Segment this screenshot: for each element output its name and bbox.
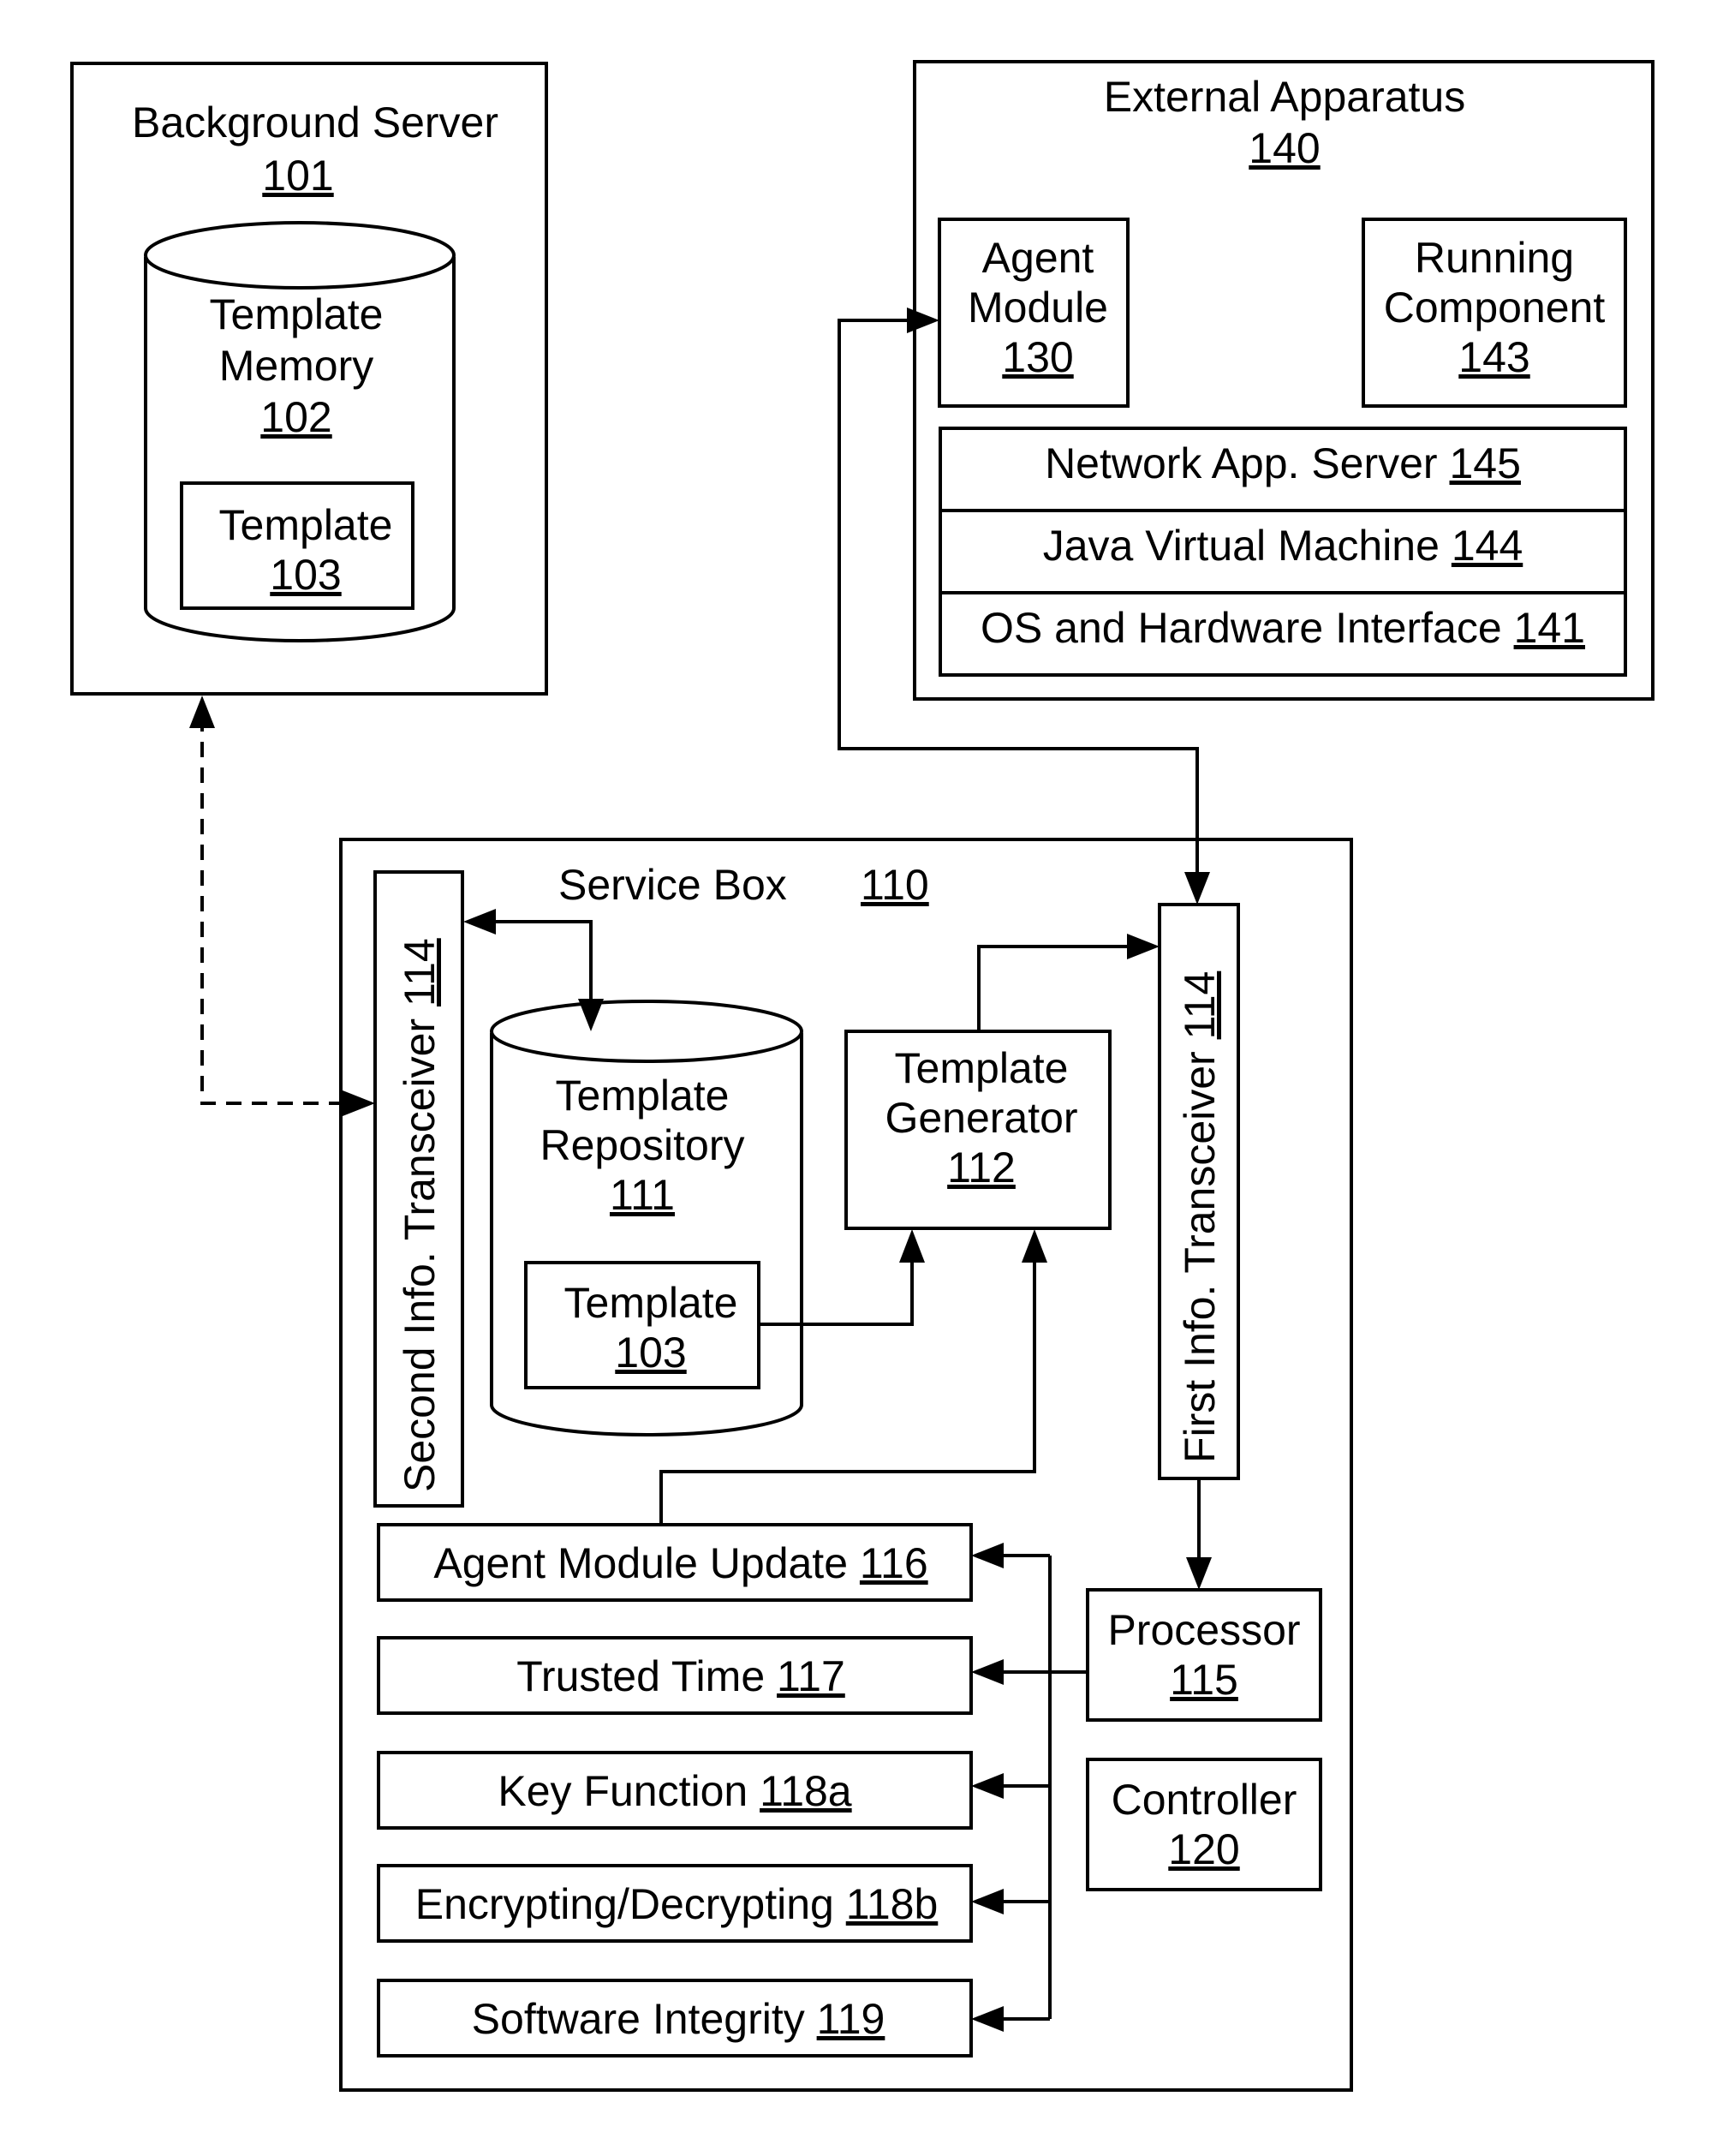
module-label: Trusted Time 117: [516, 1652, 845, 1700]
first-transceiver-label: First Info. Transceiver 114: [1176, 971, 1224, 1463]
controller-title: Controller: [1112, 1776, 1297, 1824]
arrowhead-up: [189, 696, 215, 728]
background-server: Background Server 101 Template Memory 10…: [70, 62, 548, 696]
template-generator-ref: 112: [947, 1144, 1016, 1191]
agent-module-line1: Agent: [982, 234, 1094, 282]
controller-ref: 120: [1168, 1825, 1239, 1873]
module-label: Encrypting/Decrypting 118b: [415, 1880, 939, 1928]
agent-module-ref: 130: [1002, 333, 1073, 381]
stack-layer-label: Network App. Server 145: [1045, 439, 1521, 487]
running-component-ref: 143: [1458, 333, 1529, 381]
module-1-label: Trusted Time: [516, 1652, 765, 1700]
first-transceiver-ref: 114: [1176, 971, 1224, 1040]
agent-module: Agent Module 130: [938, 218, 1130, 408]
template-generator-line1: Template: [895, 1044, 1069, 1092]
stack-layer-0-label: Network App. Server: [1045, 439, 1438, 487]
block-diagram: Background Server 101 Template Memory 10…: [70, 60, 1655, 2092]
template-ref: 103: [615, 1329, 686, 1377]
running-component: Running Component 143: [1362, 218, 1627, 408]
template-title: Template: [564, 1279, 738, 1327]
module-label: Key Function 118a: [498, 1767, 851, 1815]
software-stack: Network App. Server 145 Java Virtual Mac…: [939, 427, 1627, 677]
module-0-ref: 116: [860, 1539, 928, 1587]
cylinder-top: [490, 1000, 803, 1063]
stack-layer-1-label: Java Virtual Machine: [1043, 522, 1440, 570]
external-apparatus: External Apparatus 140 Agent Module 130 …: [913, 60, 1655, 701]
second-transceiver-ref: 114: [396, 938, 444, 1006]
module-4-label: Software Integrity: [472, 1995, 805, 2043]
agent-module-line2: Module: [968, 284, 1108, 331]
controller: Controller 120: [1086, 1758, 1322, 1891]
external-apparatus-ref: 140: [1249, 124, 1320, 172]
module-2-ref: 118a: [760, 1767, 852, 1815]
template-in-memory: Template 103: [180, 481, 414, 610]
second-transceiver-label: Second Info. Transceiver 114: [396, 938, 444, 1492]
stack-layer-2-label: OS and Hardware Interface: [981, 604, 1502, 652]
processor-ref: 115: [1170, 1656, 1238, 1704]
module-2-label: Key Function: [498, 1767, 748, 1815]
template-memory-ref: 102: [260, 393, 331, 441]
cylinder-top: [144, 221, 456, 290]
dashed-link-background-to-second-transceiver: [200, 716, 360, 1105]
running-component-line1: Running: [1415, 234, 1574, 282]
module-0-label: Agent Module Update: [433, 1539, 848, 1587]
stack-layer-0-ref: 145: [1450, 439, 1521, 487]
service-box-ref: 110: [861, 861, 929, 909]
processor-title: Processor: [1107, 1606, 1300, 1654]
first-transceiver-text: First Info. Transceiver: [1176, 1051, 1224, 1463]
external-apparatus-title: External Apparatus: [1104, 73, 1466, 121]
stack-layer-2-ref: 141: [1514, 604, 1585, 652]
template-repository-ref: 111: [610, 1171, 675, 1219]
module-3-label: Encrypting/Decrypting: [415, 1880, 834, 1928]
running-component-line2: Component: [1384, 284, 1606, 331]
stack-layer-1-ref: 144: [1452, 522, 1523, 570]
module-3-ref: 118b: [846, 1880, 939, 1928]
stack-layer-label: OS and Hardware Interface 141: [981, 604, 1585, 652]
template-memory-line2: Memory: [219, 342, 374, 390]
background-server-ref: 101: [262, 152, 333, 200]
second-info-transceiver: Second Info. Transceiver 114: [373, 870, 464, 1508]
template-repository-line2: Repository: [540, 1121, 745, 1169]
service-box: Service Box 110 Second Info. Transceiver…: [339, 838, 1353, 2092]
stack-layer-label: Java Virtual Machine 144: [1043, 522, 1523, 570]
background-server-title: Background Server: [132, 99, 498, 146]
second-transceiver-text: Second Info. Transceiver: [396, 1018, 444, 1492]
service-box-title: Service Box: [558, 861, 787, 909]
template-repository-line1: Template: [556, 1072, 730, 1120]
module-label: Agent Module Update 116: [433, 1539, 927, 1587]
module-4-ref: 119: [817, 1995, 885, 2043]
first-info-transceiver: First Info. Transceiver 114: [1158, 903, 1240, 1480]
template-ref: 103: [270, 551, 341, 599]
template-generator: Template Generator 112: [844, 1030, 1112, 1230]
template-memory-line1: Template: [210, 290, 384, 338]
module-label: Software Integrity 119: [472, 1995, 885, 2043]
processor: Processor 115: [1086, 1588, 1322, 1722]
template-in-repository: Template 103: [524, 1261, 760, 1389]
template-title: Template: [219, 501, 393, 549]
template-generator-line2: Generator: [885, 1094, 1077, 1142]
module-1-ref: 117: [777, 1652, 845, 1700]
